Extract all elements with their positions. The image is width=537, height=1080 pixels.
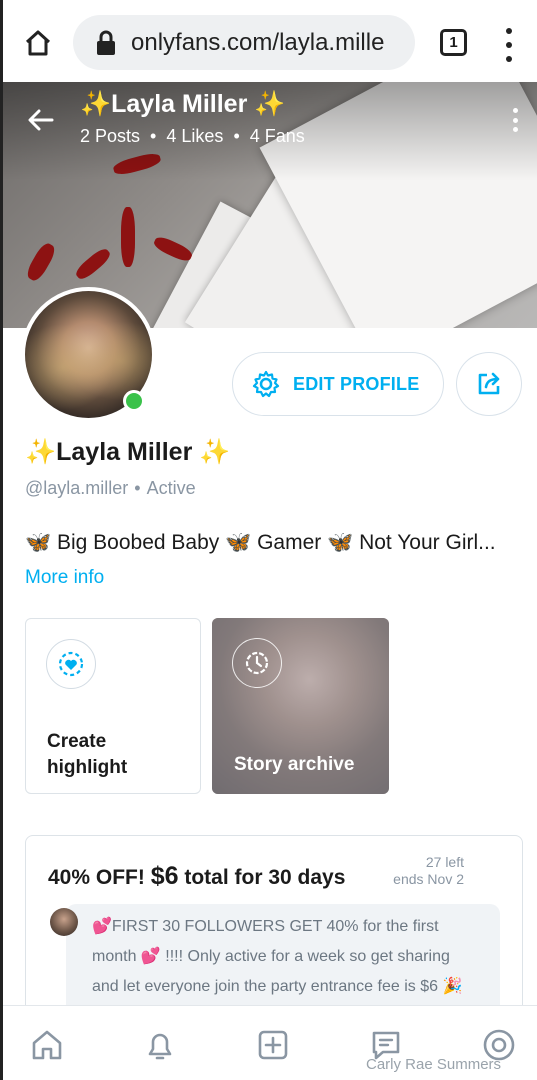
nav-notifications[interactable] [141, 1026, 179, 1064]
gear-icon [252, 370, 280, 398]
online-status-dot [123, 390, 145, 412]
cover-profile-name: ✨Layla Miller ✨ [80, 90, 286, 118]
nav-home[interactable] [28, 1026, 66, 1064]
promo-ends: ends Nov 2 [393, 871, 464, 887]
story-archive-label: Story archive [234, 754, 355, 775]
tab-switcher-button[interactable]: 1 [440, 29, 467, 56]
profile-handle: @layla.miller [25, 478, 129, 498]
stats-separator: • [150, 126, 157, 146]
promo-remaining: 27 left [425, 854, 464, 870]
plus-square-icon [258, 1030, 288, 1060]
likes-count: 4 Likes [166, 126, 224, 146]
edit-profile-label: EDIT PROFILE [293, 373, 420, 394]
browser-menu-button[interactable] [499, 28, 519, 62]
share-icon [478, 372, 500, 395]
create-highlight-card[interactable]: Create highlight [25, 618, 201, 794]
back-arrow-icon[interactable] [26, 105, 56, 135]
bell-icon [148, 1033, 172, 1060]
profile-name: ✨Layla Miller ✨ [25, 438, 231, 466]
home-icon [25, 30, 51, 56]
nav-new-post[interactable] [254, 1026, 292, 1064]
activity-status: Active [146, 478, 196, 498]
profile-bio: 🦋 Big Boobed Baby 🦋 Gamer 🦋 Not Your Gir… [25, 531, 496, 554]
more-info-link[interactable]: More info [25, 567, 104, 589]
stats-separator: • [233, 126, 240, 146]
highlight-add-icon [46, 639, 96, 689]
handle-separator: • [134, 478, 141, 498]
profile-stats: 2 Posts • 4 Likes • 4 Fans [80, 126, 305, 147]
promo-price: $6 [150, 862, 179, 890]
promo-avatar [50, 908, 78, 936]
create-highlight-label: Create highlight [47, 731, 128, 778]
home-icon [32, 1030, 62, 1060]
browser-toolbar: onlyfans.com/layla.mille 1 [0, 0, 537, 82]
story-archive-card[interactable]: Story archive [212, 618, 389, 794]
profile-menu-button[interactable] [510, 108, 520, 132]
url-text: onlyfans.com/layla.mille [131, 28, 385, 56]
handle-row: @layla.miller • Active [25, 478, 196, 499]
clock-history-icon [232, 638, 282, 688]
share-button[interactable] [456, 352, 522, 416]
watermark: Carly Rae Summers [366, 1056, 502, 1073]
address-bar[interactable]: onlyfans.com/layla.mille [73, 15, 415, 70]
posts-count: 2 Posts [80, 126, 141, 146]
promo-title: 40% OFF! $6 total for 30 days [48, 862, 346, 890]
lock-icon [97, 30, 115, 55]
fans-count: 4 Fans [249, 126, 305, 146]
promo-meta: 27 left ends Nov 2 [393, 854, 464, 888]
edit-profile-button[interactable]: EDIT PROFILE [232, 352, 444, 416]
tab-count: 1 [449, 34, 458, 51]
browser-home-button[interactable] [21, 26, 55, 60]
